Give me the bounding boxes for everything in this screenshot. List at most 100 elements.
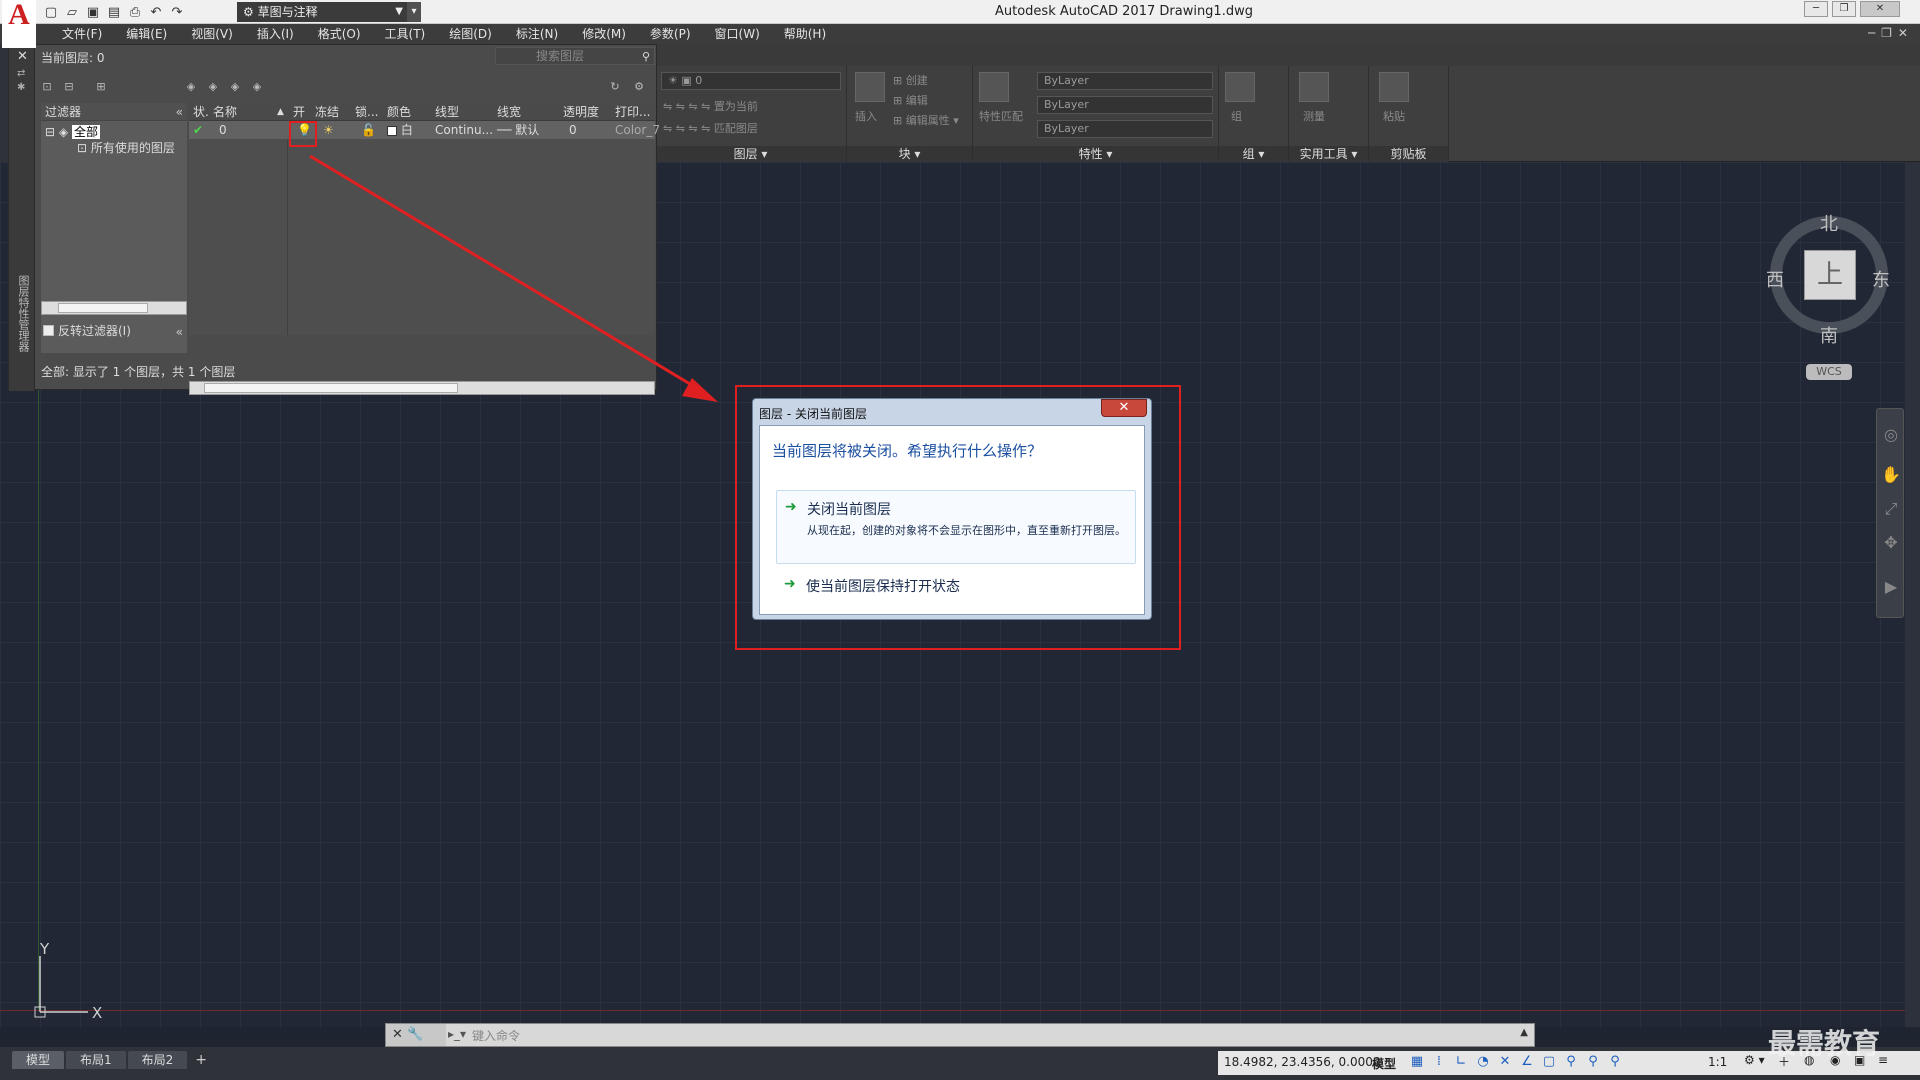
close-cmdline-icon[interactable]: ✕	[392, 1027, 403, 1042]
ribbon-panel-title-clipboard[interactable]: 剪贴板	[1369, 146, 1448, 162]
grid-scroll-thumb[interactable]	[204, 383, 458, 393]
osnap-tracking-icon[interactable]: ∠	[1518, 1053, 1536, 1071]
col-transparency[interactable]: 透明度	[563, 103, 599, 121]
compass-east[interactable]: 东	[1872, 266, 1890, 292]
layer-color-cell[interactable]: 白	[387, 121, 413, 139]
menu-edit[interactable]: 编辑(E)	[114, 26, 179, 42]
paste-icon[interactable]	[1379, 72, 1409, 102]
customize-qat-icon[interactable]: ▾	[407, 2, 421, 22]
new-layer-vp-frozen-icon[interactable]: ◈	[205, 79, 221, 95]
viewcube-top-face[interactable]: 上	[1804, 250, 1856, 300]
block-edit-attributes[interactable]: ⊞ 编辑属性 ▾	[893, 112, 959, 128]
menu-modify[interactable]: 修改(M)	[570, 26, 638, 42]
snap-icon[interactable]: ⁞	[1430, 1053, 1448, 1071]
compass-south[interactable]: 南	[1820, 322, 1838, 348]
tab-layout2[interactable]: 布局2	[127, 1051, 188, 1069]
command-input[interactable]: 键入命令	[472, 1027, 520, 1044]
match-properties-icon[interactable]	[979, 72, 1009, 102]
open-file-icon[interactable]: ▱	[63, 3, 81, 21]
layer-search-input[interactable]: 搜索图层 ⚲	[495, 47, 655, 65]
block-edit[interactable]: ⊞ 编辑	[893, 92, 928, 108]
menu-view[interactable]: 视图(V)	[179, 26, 245, 42]
redo-icon[interactable]: ↷	[168, 3, 186, 21]
layer-tools-row-1[interactable]: ⇋ ⇋ ⇋ ⇋ 置为当前	[663, 98, 758, 114]
save-icon[interactable]: ▣	[84, 3, 102, 21]
sun-thaw-icon[interactable]: ☀	[323, 121, 334, 139]
osnap-icon[interactable]: ▢	[1540, 1053, 1558, 1071]
delete-layer-icon[interactable]: ◈	[227, 79, 243, 95]
col-linetype[interactable]: 线型	[435, 103, 459, 121]
command-history-icon[interactable]: ▲	[1520, 1027, 1528, 1038]
col-on[interactable]: 开	[293, 103, 305, 121]
tree-expand-icon[interactable]: ⊟	[45, 125, 55, 139]
close-window-button[interactable]: ✕	[1860, 1, 1900, 17]
checkbox-box[interactable]	[43, 325, 54, 336]
application-menu-button[interactable]: A	[2, 0, 36, 48]
option-close-current-layer[interactable]: ➜ 关闭当前图层 从现在起，创建的对象将不会显示在图形中，直至重新打开图层。	[776, 490, 1136, 564]
layer-combo[interactable]: ☀ ▣ 0	[661, 72, 841, 90]
undo-icon[interactable]: ↶	[147, 3, 165, 21]
annotation-visibility-icon[interactable]: ⚲	[1562, 1053, 1580, 1071]
layer-name[interactable]: 0	[219, 121, 227, 139]
set-current-layer-icon[interactable]: ◈	[249, 79, 265, 95]
annotation-scale-icon[interactable]: ⚲	[1584, 1053, 1602, 1071]
tab-layout1[interactable]: 布局1	[66, 1051, 126, 1069]
menu-insert[interactable]: 插入(I)	[245, 26, 306, 42]
layer-row[interactable]: ✔ 0 💡 ☀ 🔓 白 Continu... ── 默认 0 Color_7	[189, 121, 660, 139]
option-keep-layer-on[interactable]: ➜ 使当前图层保持打开状态	[776, 570, 1136, 600]
coordinates-readout[interactable]: 18.4982, 23.4356, 0.0000	[1224, 1055, 1381, 1069]
layer-transparency[interactable]: 0	[569, 121, 577, 139]
model-space-button[interactable]: 模型	[1372, 1055, 1396, 1072]
lineweight-combo[interactable]: ByLayer	[1037, 120, 1213, 138]
ribbon-panel-title-block[interactable]: 块 ▾	[847, 146, 972, 162]
command-prompt-icon[interactable]: ▸_▾	[448, 1027, 466, 1041]
auto-scale-icon[interactable]: ⚲	[1606, 1053, 1624, 1071]
annotation-scale[interactable]: 1:1	[1708, 1055, 1727, 1069]
save-as-icon[interactable]: ▤	[105, 3, 123, 21]
ribbon-panel-title-layers[interactable]: 图层 ▾	[655, 146, 846, 162]
collapse-icon[interactable]: «	[176, 325, 183, 339]
tree-node-used-layers[interactable]: ⊡ 所有使用的图层	[77, 139, 175, 156]
col-lock[interactable]: 锁...	[355, 103, 378, 121]
ribbon-panel-title-utilities[interactable]: 实用工具 ▾	[1289, 146, 1368, 162]
color-combo[interactable]: ByLayer	[1037, 72, 1213, 90]
tree-node-all[interactable]: ⊟ ◈ 全部	[45, 123, 100, 140]
layer-tools-row-2[interactable]: ⇋ ⇋ ⇋ ⇋ 匹配图层	[663, 120, 758, 136]
insert-block-icon[interactable]	[855, 72, 885, 102]
filter-horizontal-scrollbar[interactable]	[41, 301, 187, 315]
compass-west[interactable]: 西	[1766, 266, 1784, 292]
refresh-icon[interactable]: ↻	[607, 79, 623, 95]
layer-linetype[interactable]: Continu...	[435, 121, 493, 139]
ribbon-panel-title-group[interactable]: 组 ▾	[1219, 146, 1288, 162]
invert-filter-checkbox[interactable]: 反转过滤器(I)	[43, 322, 131, 339]
col-freeze[interactable]: 冻结	[315, 103, 339, 121]
settings-gear-icon[interactable]: ⚙	[631, 79, 647, 95]
measure-icon[interactable]	[1299, 72, 1329, 102]
add-layout-icon[interactable]: +	[189, 1051, 213, 1069]
ribbon-panel-title-properties[interactable]: 特性 ▾	[973, 146, 1218, 162]
new-file-icon[interactable]: ▢	[42, 3, 60, 21]
polar-icon[interactable]: ◔	[1474, 1053, 1492, 1071]
layer-states-manager-icon[interactable]: ⊞	[93, 79, 109, 95]
block-create[interactable]: ⊞ 创建	[893, 72, 928, 88]
workspace-switcher[interactable]: ⚙ 草图与注释 ▼ ▾	[237, 2, 421, 22]
col-name[interactable]: 名称	[213, 103, 237, 121]
isodraft-icon[interactable]: ✕	[1496, 1053, 1514, 1071]
compass-north[interactable]: 北	[1820, 210, 1838, 236]
tab-model[interactable]: 模型	[12, 1051, 65, 1069]
palette-options-icons[interactable]: ⇄ ✱	[17, 67, 25, 95]
col-status[interactable]: 状.	[193, 103, 209, 121]
layer-grid-horizontal-scrollbar[interactable]	[189, 381, 655, 395]
menu-file[interactable]: 文件(F)	[50, 26, 114, 42]
new-layer-icon[interactable]: ◈	[183, 79, 199, 95]
menu-parametric[interactable]: 参数(P)	[638, 26, 703, 42]
document-window-controls[interactable]: ─❐✕	[1868, 26, 1914, 40]
dialog-title-bar[interactable]: 图层 - 关闭当前图层 ✕	[753, 399, 1151, 427]
menu-draw[interactable]: 绘图(D)	[437, 26, 504, 42]
new-property-filter-icon[interactable]: ⊡	[39, 79, 55, 95]
layer-plot-style[interactable]: Color_7	[615, 121, 660, 139]
orbit-icon[interactable]: ✥	[1881, 533, 1901, 553]
filter-scroll-thumb[interactable]	[58, 303, 148, 313]
menu-dimension[interactable]: 标注(N)	[504, 26, 570, 42]
steering-wheel-icon[interactable]: ◎	[1881, 425, 1901, 445]
